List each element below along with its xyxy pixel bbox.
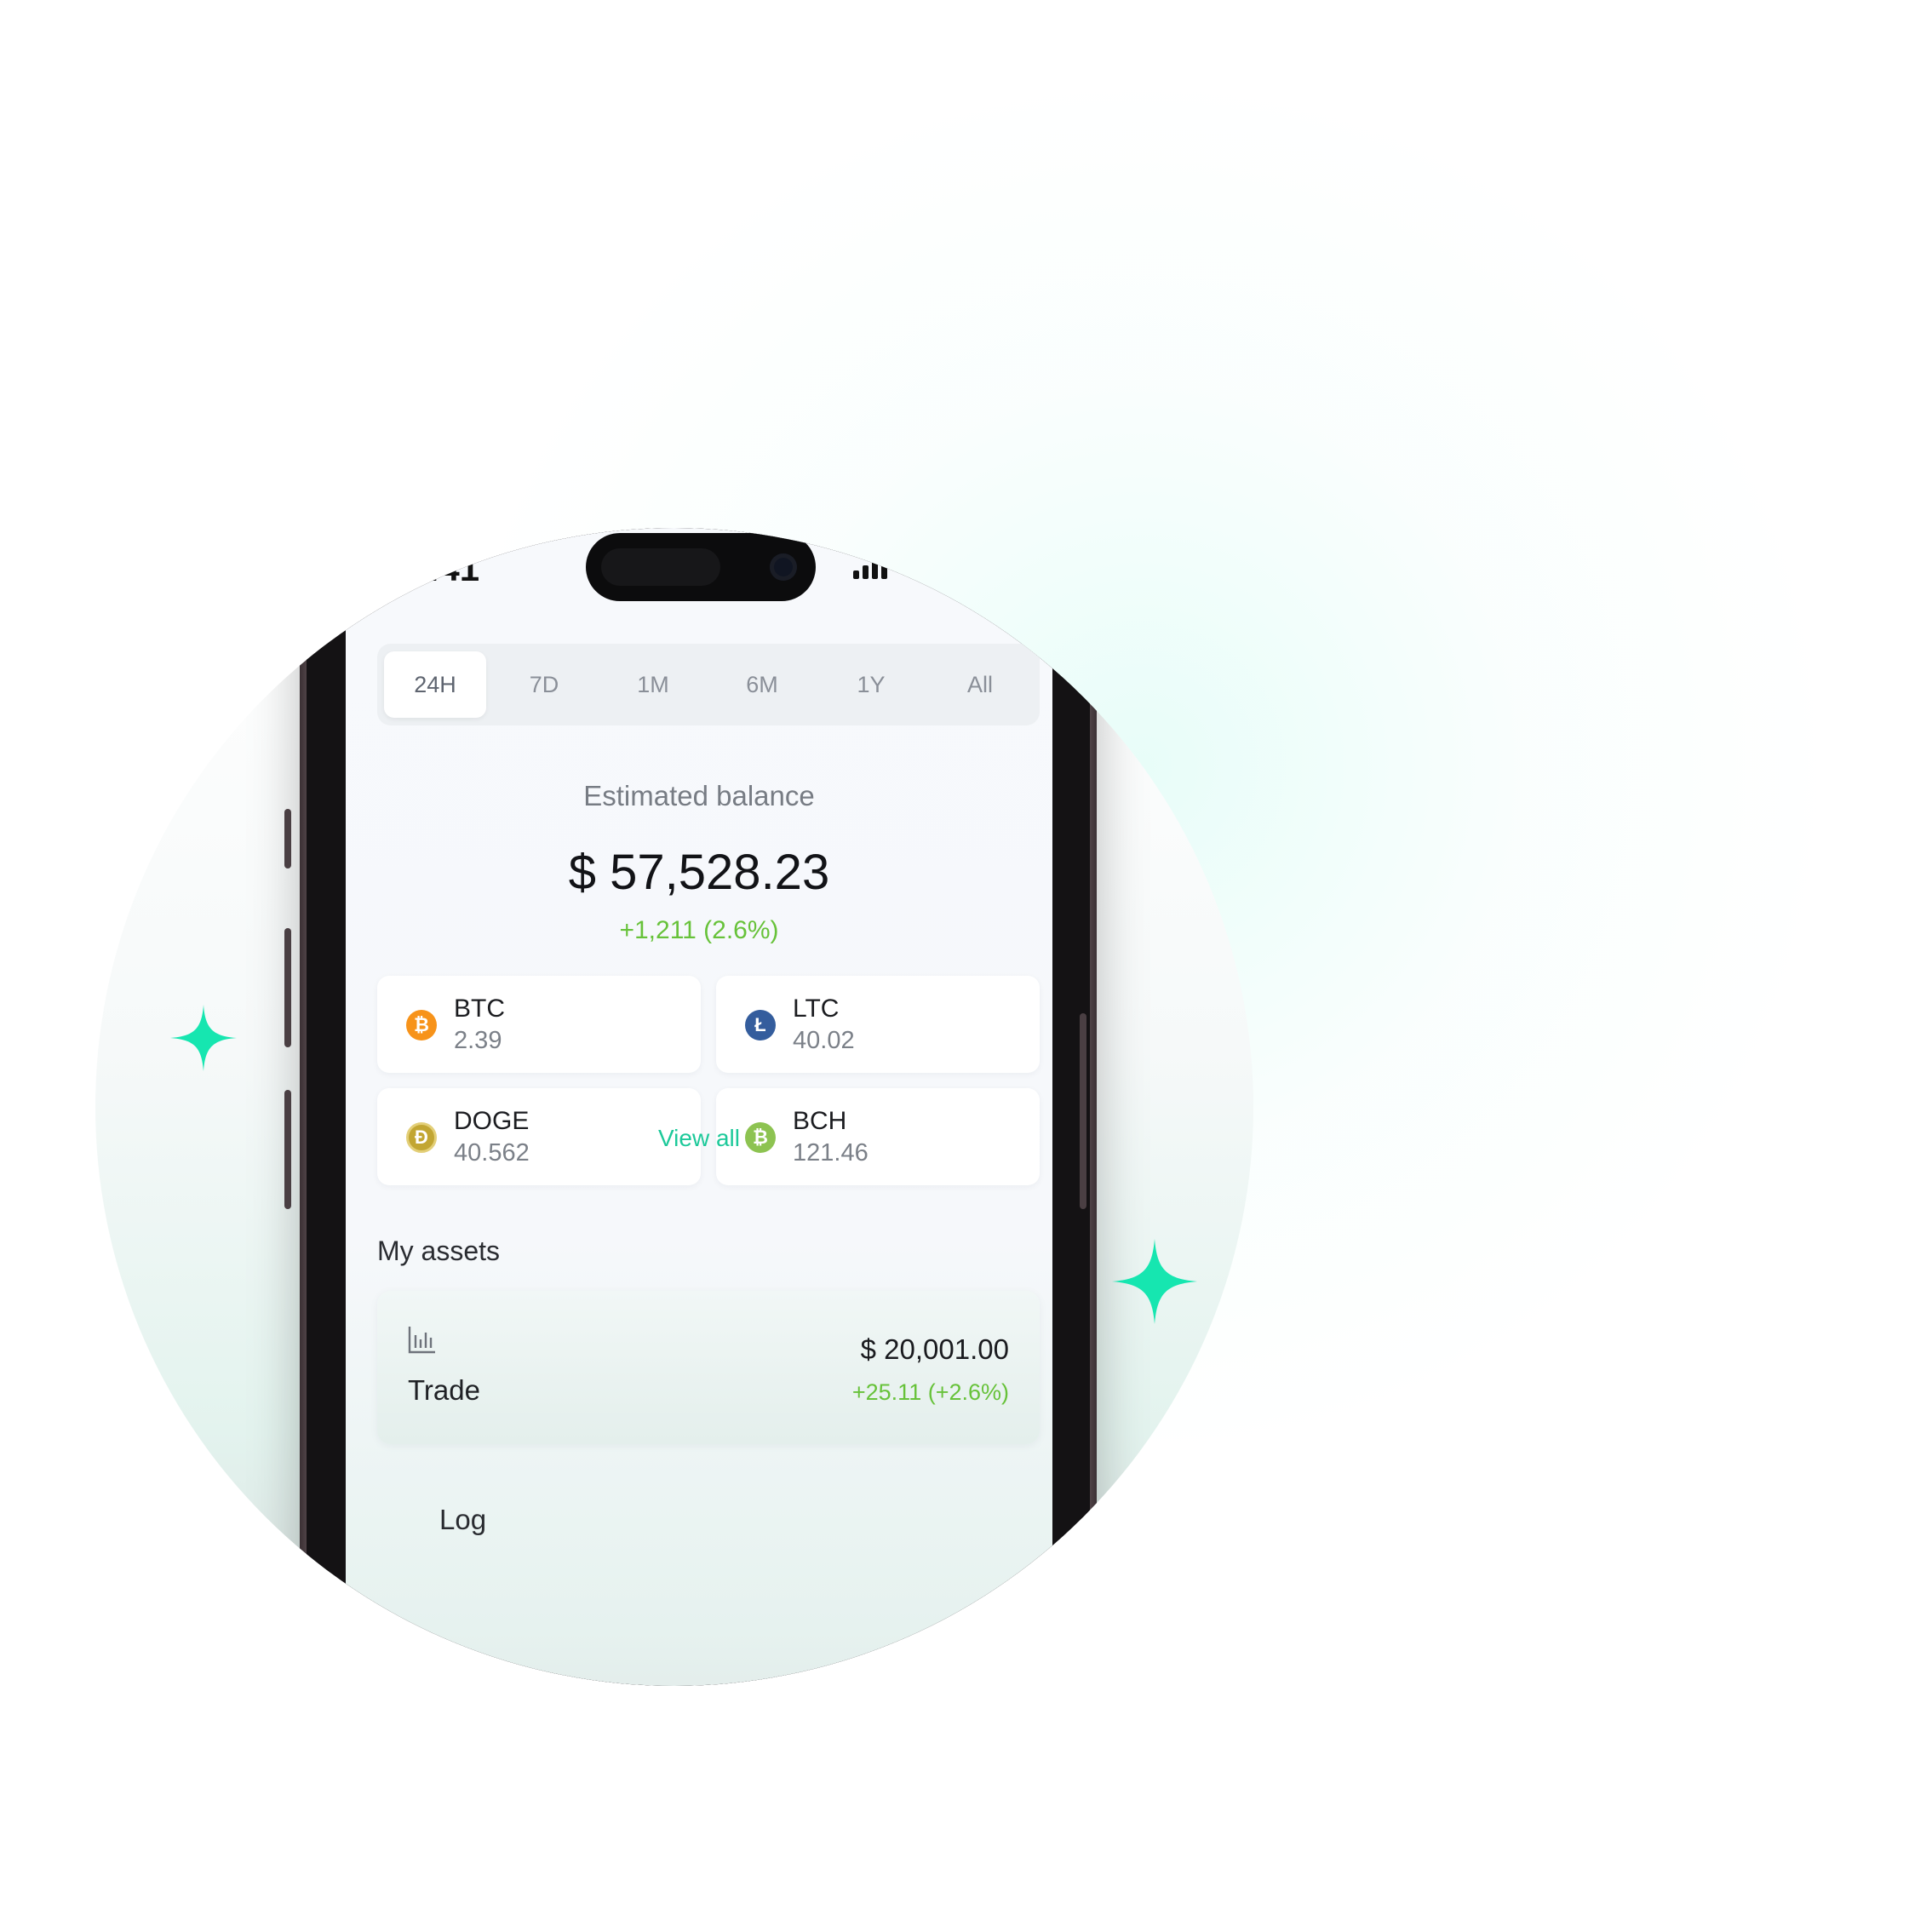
asset-name: Trade [408, 1374, 480, 1406]
next-section-title: Log [439, 1504, 487, 1535]
dynamic-island [586, 533, 816, 601]
balance-label: Estimated balance [583, 780, 815, 811]
dynamic-island-sensor [601, 548, 720, 586]
tab-1m[interactable]: 1M [602, 651, 704, 718]
coin-symbol: BTC [454, 995, 505, 1023]
my-assets-title: My assets [377, 1235, 501, 1266]
volume-down-button [284, 1090, 291, 1209]
asset-card-trade[interactable]: Trade $ 20,001.00 +25.11 (+2.6%) [377, 1291, 1040, 1444]
bar-chart-icon [408, 1325, 437, 1358]
sparkle-icon-right [1112, 1239, 1197, 1324]
time-range-tabs: 24H 7D 1M 6M 1Y All [377, 644, 1040, 725]
status-time: 9:41 [408, 548, 480, 588]
balance-change: +1,211 (2.6%) [619, 916, 779, 944]
coin-amount: 40.02 [793, 1027, 855, 1054]
tab-6m[interactable]: 6M [711, 651, 813, 718]
phone-bezel: 9:41 24H 7D 1M 6M 1Y All Estimated balan… [307, 528, 1090, 1686]
phone-frame: 9:41 24H 7D 1M 6M 1Y All Estimated balan… [300, 528, 1097, 1686]
balance-value: $ 57,528.23 [568, 845, 830, 900]
bitcoin-icon: ₿ [406, 1010, 437, 1041]
asset-change: +25.11 (+2.6%) [851, 1379, 1009, 1405]
view-all-link[interactable]: View all [346, 1125, 1052, 1152]
coin-card-btc[interactable]: ₿ BTC 2.39 [377, 976, 701, 1073]
tab-all[interactable]: All [929, 651, 1031, 718]
coin-symbol: LTC [793, 995, 840, 1023]
coin-card-ltc[interactable]: Ł LTC 40.02 [716, 976, 1040, 1073]
asset-value: $ 20,001.00 [860, 1333, 1009, 1365]
battery-icon [952, 553, 1008, 583]
coin-amount: 2.39 [454, 1027, 502, 1054]
litecoin-icon: Ł [745, 1010, 776, 1041]
sparkle-icon-left [170, 1005, 237, 1071]
phone-screen: 9:41 24H 7D 1M 6M 1Y All Estimated balan… [346, 528, 1052, 1686]
front-camera [770, 553, 797, 581]
action-button [284, 809, 291, 869]
tab-1y[interactable]: 1Y [820, 651, 922, 718]
volume-up-button [284, 928, 291, 1047]
power-button [1080, 1013, 1086, 1209]
status-icons [853, 553, 1008, 583]
tab-24h[interactable]: 24H [384, 651, 486, 718]
signal-icon [853, 553, 894, 583]
tab-7d[interactable]: 7D [493, 651, 595, 718]
wifi-icon [905, 553, 941, 583]
